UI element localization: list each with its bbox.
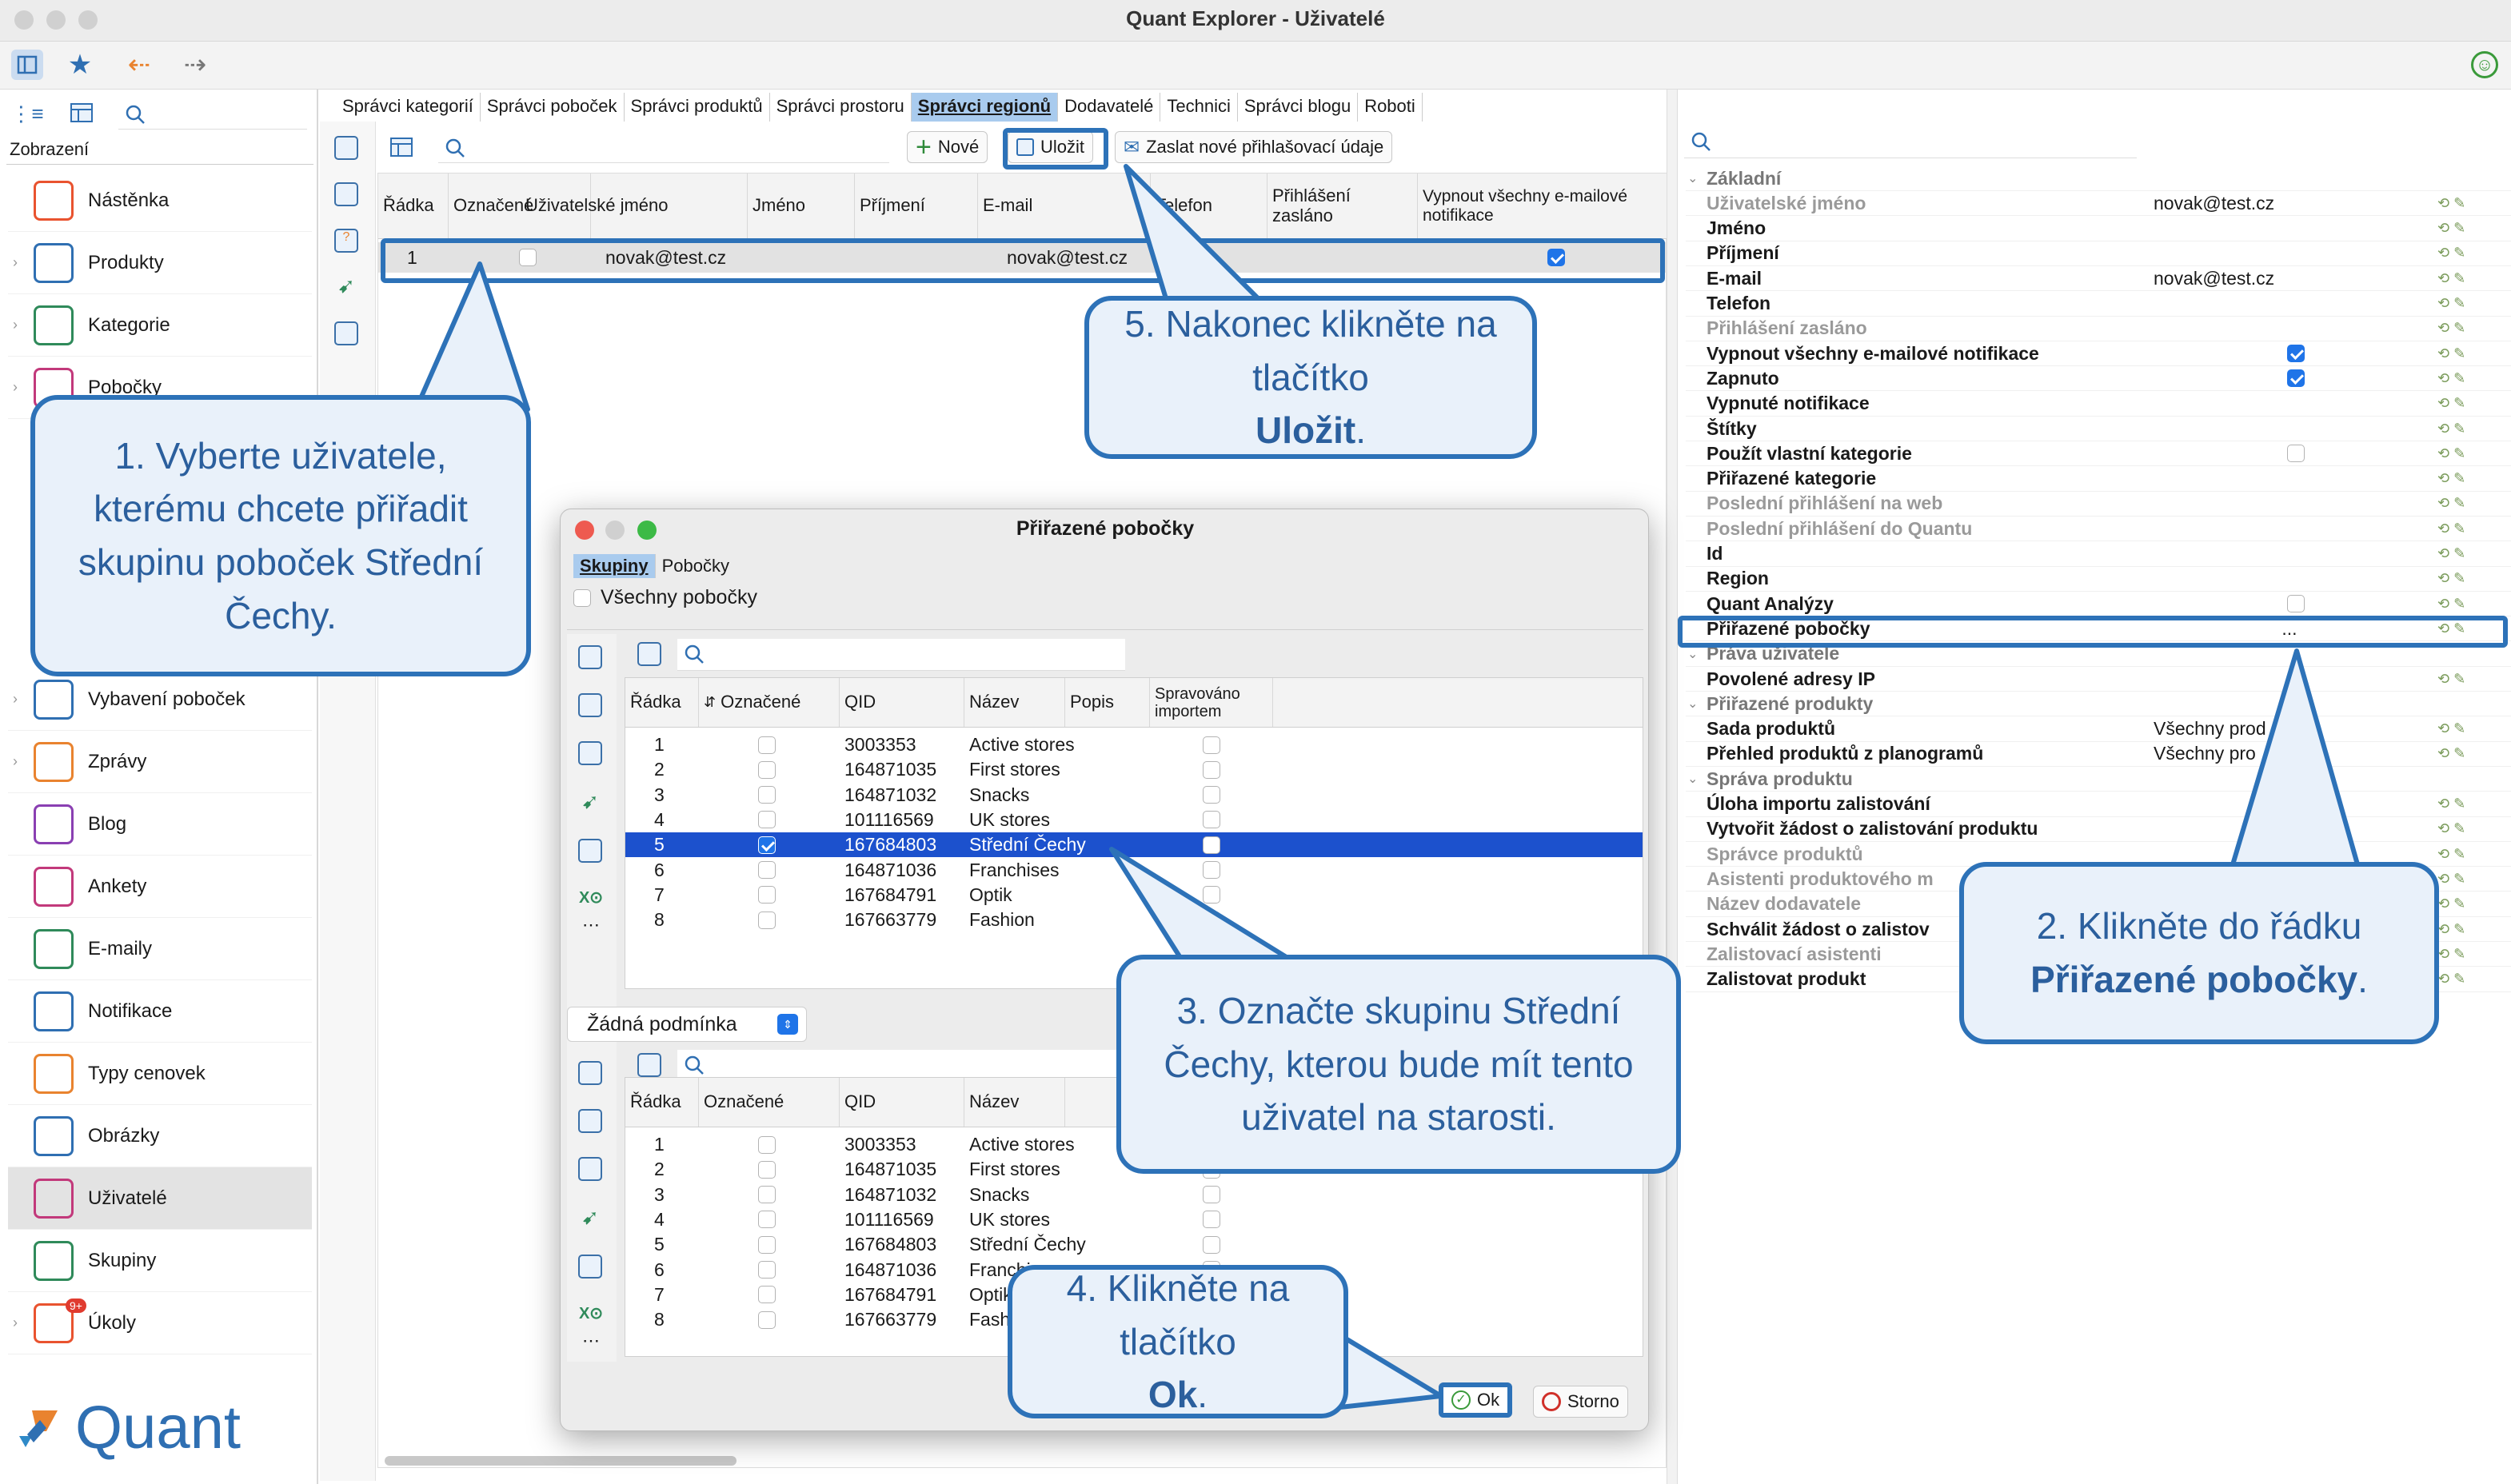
callout-step-1: 1. Vyberte uživatele, kterému chcete při… (30, 395, 531, 676)
callout-step-4: 4. Klikněte na tlačítko Ok. (1008, 1265, 1348, 1418)
callout-step-3: 3. Označte skupinu Střední Čechy, kterou… (1116, 955, 1681, 1174)
callout-step-2: 2. Klikněte do řádku Přiřazené pobočky. (1959, 862, 2439, 1044)
callout-step-5: 5. Nakonec klikněte na tlačítko Uložit. (1084, 296, 1537, 459)
